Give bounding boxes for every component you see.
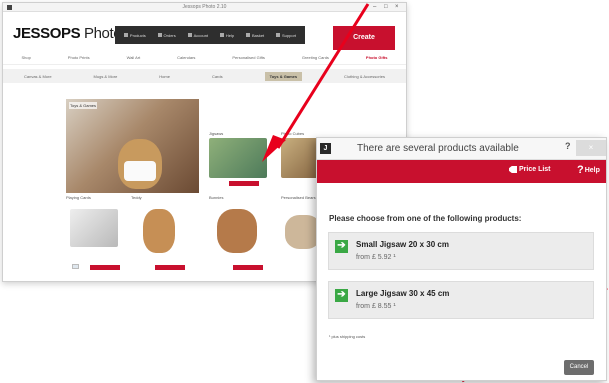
app-window-title: Jessops Photo 2.10 [182,4,227,10]
product-tile[interactable]: Jigsaws [209,131,267,189]
dialog-action-bar: Price List ?Help [317,160,606,183]
price-list-link[interactable]: Price List [509,166,551,173]
secondary-nav-item[interactable]: Mugs & More [94,74,118,79]
toolbar-button[interactable]: Basket [246,33,264,38]
close-button[interactable]: × [576,140,606,156]
product-tile[interactable]: Playing Cards [66,195,122,273]
help-icon: ? [577,164,584,176]
option-price: from £ 8.55 ¹ [356,303,396,310]
secondary-nav-item[interactable]: Clothing & Accessories [344,74,385,79]
arrow-right-icon: ➔ [335,289,348,302]
jessops-logo: JESSOPS Photo [13,25,122,42]
info-icon[interactable] [72,264,79,269]
primary-nav: Shop Photo Prints Wall Art Calendars Persona… [3,51,406,65]
primary-nav-item[interactable]: Calendars [177,55,195,60]
toolbar-button[interactable]: Products [124,33,146,38]
hero-banner: Toys & Games [66,99,199,193]
cancel-button[interactable]: Cancel [564,360,594,375]
primary-nav-item[interactable]: Wall Art [127,55,141,60]
bunny-thumbnail[interactable] [217,209,257,253]
option-price: from £ 5.92 ¹ [356,254,396,261]
teddy-shirt-image [124,161,156,181]
help-label: Help [584,167,600,174]
primary-nav-item[interactable]: Photo Gifts [366,55,388,60]
primary-nav-item[interactable]: Photo Prints [68,55,90,60]
toolbar-button[interactable]: Account [188,33,208,38]
price-tag-icon [509,166,517,173]
help-link[interactable]: ?Help [577,164,600,176]
secondary-nav-item[interactable]: Toys & Games [264,71,303,81]
playing-cards-thumbnail[interactable] [70,209,118,247]
create-now-button[interactable] [233,265,263,270]
teddy-thumbnail[interactable] [143,209,175,253]
secondary-nav-item[interactable]: Canvas & More [24,74,52,79]
create-button[interactable]: Create [333,26,395,50]
option-name: Large Jigsaw 30 x 45 cm [356,289,450,298]
product-option-small-jigsaw[interactable]: ➔ Small Jigsaw 20 x 30 cm from £ 5.92 ¹ [328,232,594,270]
app-titlebar: Jessops Photo 2.10 – □ × [3,3,406,12]
secondary-nav-item[interactable]: Cards [212,74,223,79]
shipping-footnote: ¹ plus shipping costs [329,334,366,339]
instruction-text: Please choose from one of the following … [329,214,522,223]
price-list-label: Price List [519,166,551,173]
create-now-button[interactable] [90,265,120,270]
toolbar-button[interactable]: Help [220,33,234,38]
secondary-nav-item[interactable]: Home [159,74,170,79]
help-icon[interactable]: ? [565,141,571,151]
close-icon[interactable]: × [395,3,399,12]
product-caption: Teddy [131,195,142,200]
main-toolbar: Products Orders Account Help Basket Supp… [115,26,305,44]
product-tile[interactable]: Bunnies [209,195,265,273]
primary-nav-item[interactable]: Personalised Gifts [232,55,264,60]
product-option-large-jigsaw[interactable]: ➔ Large Jigsaw 30 x 45 cm from £ 8.55 ¹ [328,281,594,319]
product-caption: Jigsaws [209,131,224,136]
minimize-icon[interactable]: – [373,3,376,12]
app-icon: J [320,143,331,154]
product-choice-dialog: J There are several products available ?… [316,137,607,381]
product-tile[interactable]: Teddy [131,195,187,273]
option-name: Small Jigsaw 20 x 30 cm [356,240,449,249]
primary-nav-item[interactable]: Greeting Cards [302,55,329,60]
product-caption: Photo Cubes [281,131,305,136]
product-caption: Bunnies [209,195,224,200]
arrow-right-icon: ➔ [335,240,348,253]
hero-label: Toys & Games [69,102,98,109]
secondary-nav: Canvas & More Mugs & More Home Cards Toys & … [3,69,406,83]
screenshot-stage: Jessops Photo 2.10 – □ × JESSOPS Photo P… [0,0,609,383]
create-now-button[interactable] [155,265,185,270]
maximize-icon[interactable]: □ [384,3,388,12]
dialog-title: There are several products available [357,143,519,154]
toolbar-button[interactable]: Orders [158,33,176,38]
jigsaw-thumbnail[interactable] [209,138,267,178]
create-now-button[interactable] [229,181,259,186]
product-caption: Playing Cards [66,195,91,200]
dialog-titlebar: J There are several products available ?… [317,138,606,160]
toolbar-button[interactable]: Support [276,33,296,38]
app-icon [7,5,12,10]
product-caption: Personalised Bears [281,195,316,200]
app-header: JESSOPS Photo Products Orders Account He… [3,12,406,50]
primary-nav-item[interactable]: Shop [21,55,30,60]
